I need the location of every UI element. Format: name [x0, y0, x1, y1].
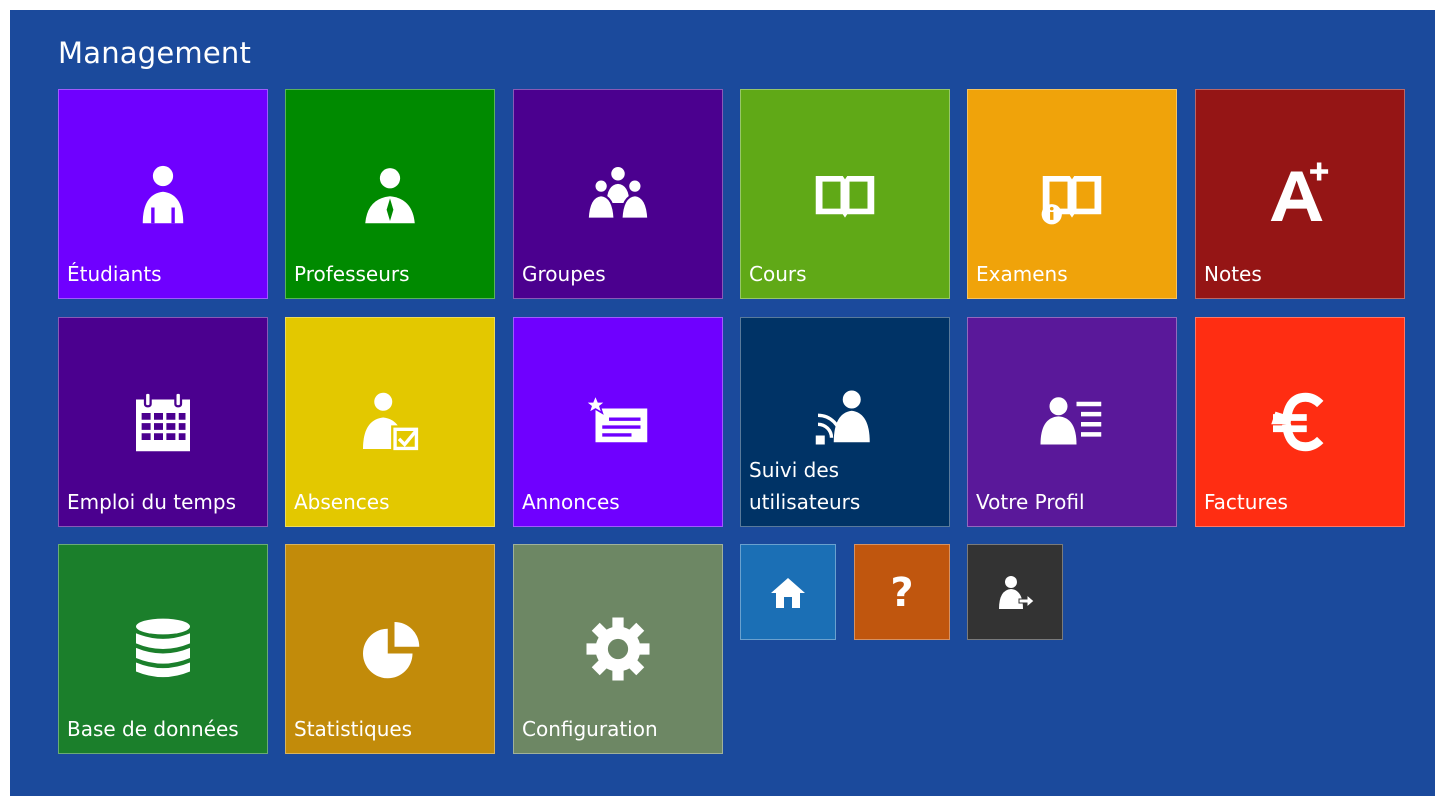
tile-absences[interactable]: Absences: [285, 317, 495, 527]
tile-notes[interactable]: Notes: [1195, 89, 1405, 299]
tile-annonces[interactable]: Annonces: [513, 317, 723, 527]
tile-label: Professeurs: [294, 262, 410, 286]
tile-cours[interactable]: Cours: [740, 89, 950, 299]
tile-label: Notes: [1204, 262, 1262, 286]
profile-card-icon: [1036, 386, 1108, 458]
tile-factures[interactable]: Factures: [1195, 317, 1405, 527]
book-icon: [809, 158, 881, 230]
home-button[interactable]: [740, 544, 836, 640]
calendar-icon: [127, 386, 199, 458]
tile-label: Cours: [749, 262, 807, 286]
help-button[interactable]: ?: [854, 544, 950, 640]
tile-label: Groupes: [522, 262, 606, 286]
tile-statistiques[interactable]: Statistiques: [285, 544, 495, 754]
tile-label: Statistiques: [294, 717, 413, 741]
tile-emploi-du-temps[interactable]: Emploi du temps: [58, 317, 268, 527]
tile-label: Factures: [1204, 490, 1288, 514]
tile-votre-profil[interactable]: Votre Profil: [967, 317, 1177, 527]
tile-label: Étudiants: [67, 262, 162, 286]
tile-label: Annonces: [522, 490, 620, 514]
tile-label: Emploi du temps: [67, 490, 236, 514]
tile-label: Examens: [976, 262, 1068, 286]
announcement-icon: [582, 386, 654, 458]
question-icon: ?: [890, 570, 914, 616]
database-icon: [127, 613, 199, 685]
gear-icon: [582, 613, 654, 685]
student-icon: [127, 158, 199, 230]
pie-chart-icon: [354, 613, 426, 685]
user-tracking-icon: [809, 386, 881, 458]
tile-examens[interactable]: Examens: [967, 89, 1177, 299]
tile-configuration[interactable]: Configuration: [513, 544, 723, 754]
home-icon: [768, 573, 808, 613]
tile-professeurs[interactable]: Professeurs: [285, 89, 495, 299]
teacher-icon: [354, 158, 426, 230]
grade-a-plus-icon: [1264, 158, 1336, 230]
tile-label: Configuration: [522, 717, 658, 741]
tile-label: Suivi des utilisateurs: [749, 458, 861, 514]
euro-icon: [1264, 386, 1336, 458]
attendance-check-icon: [354, 386, 426, 458]
tile-suivi-des-utilisateurs[interactable]: Suivi des utilisateurs: [740, 317, 950, 527]
logout-icon: [995, 573, 1035, 613]
tile-label: Votre Profil: [976, 490, 1085, 514]
group-icon: [582, 158, 654, 230]
page-title: Management: [58, 36, 252, 70]
tile-label: Absences: [294, 490, 390, 514]
tile-base-de-donnees[interactable]: Base de données: [58, 544, 268, 754]
tile-etudiants[interactable]: Étudiants: [58, 89, 268, 299]
logout-button[interactable]: [967, 544, 1063, 640]
tile-groupes[interactable]: Groupes: [513, 89, 723, 299]
tile-label: Base de données: [67, 717, 239, 741]
exam-book-icon: [1036, 158, 1108, 230]
